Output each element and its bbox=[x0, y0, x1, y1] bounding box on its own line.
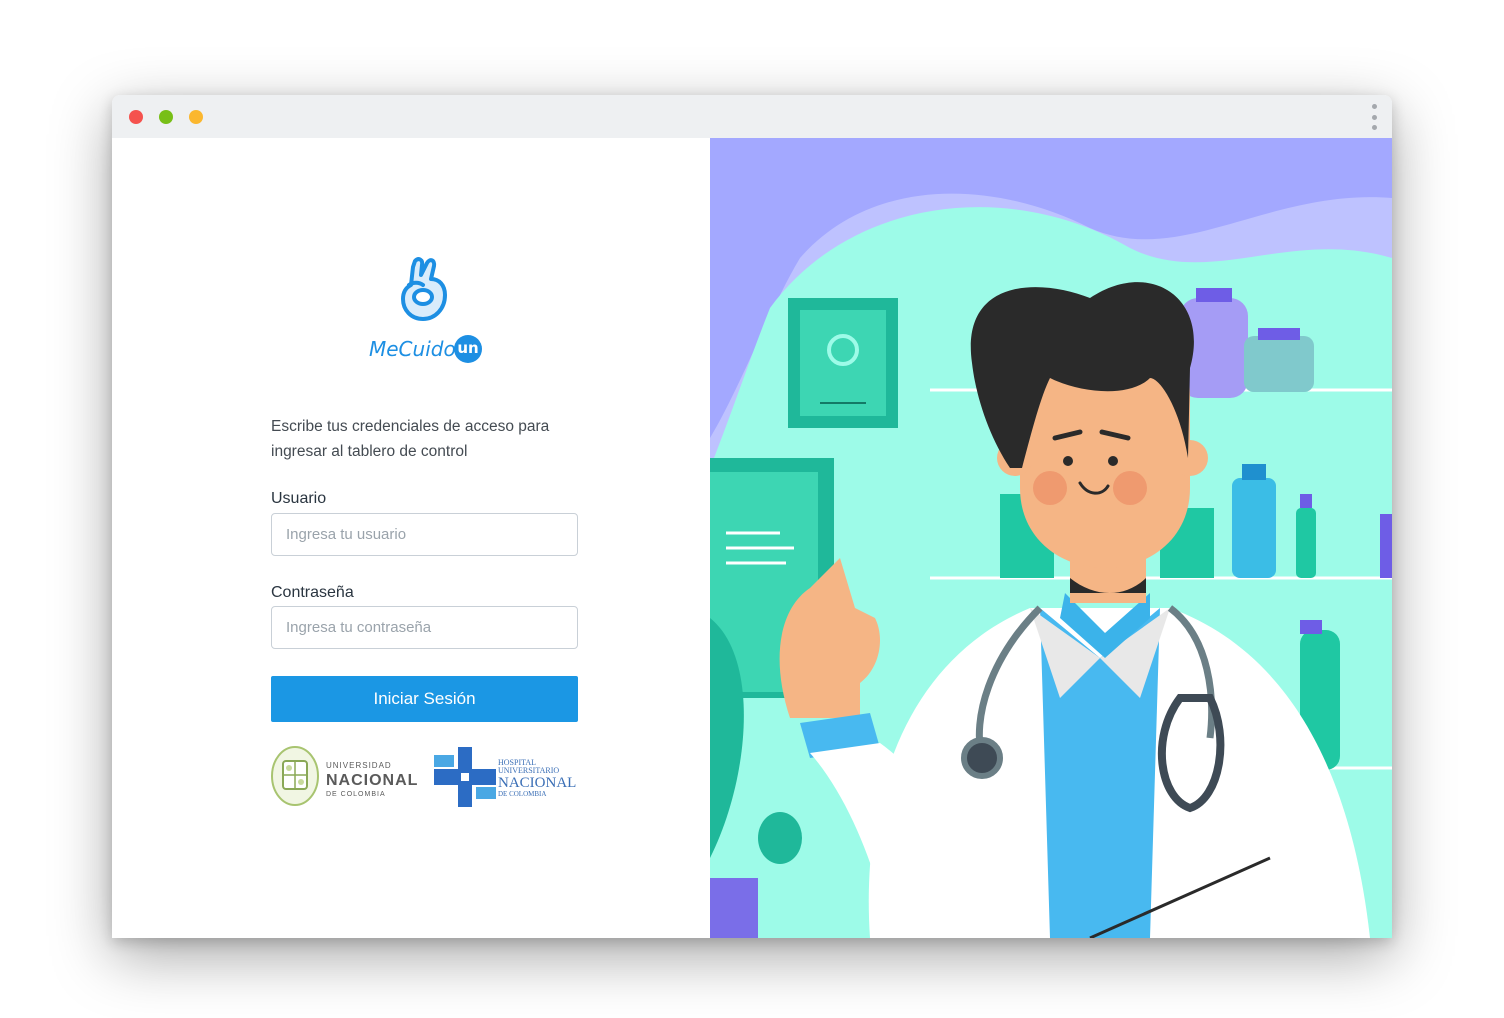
hospital-name: HOSPITAL UNIVERSITARIO NACIONAL DE COLOM… bbox=[498, 759, 576, 798]
password-label: Contraseña bbox=[271, 584, 354, 601]
close-window-button[interactable] bbox=[129, 110, 143, 124]
login-panel: MeCuido un Escribe tus credenciales de a… bbox=[112, 138, 710, 938]
password-input[interactable] bbox=[271, 606, 578, 649]
university-seal-icon bbox=[271, 746, 319, 806]
university-line1: UNIVERSIDAD bbox=[326, 761, 392, 770]
ok-hand-icon bbox=[401, 257, 447, 321]
university-line3: DE COLOMBIA bbox=[326, 791, 386, 798]
login-button[interactable]: Iniciar Sesión bbox=[271, 676, 578, 722]
doctor-illustration bbox=[710, 138, 1392, 938]
kebab-menu-icon[interactable] bbox=[1370, 104, 1378, 130]
hospital-line2: UNIVERSITARIO bbox=[498, 766, 560, 775]
hospital-line3: NACIONAL bbox=[498, 775, 577, 791]
hospital-logo: HOSPITAL UNIVERSITARIO NACIONAL DE COLOM… bbox=[434, 745, 579, 807]
hospital-cross-icon bbox=[434, 747, 496, 807]
username-input[interactable] bbox=[271, 513, 578, 556]
university-line2: NACIONAL bbox=[326, 772, 419, 789]
browser-window: MeCuido un Escribe tus credenciales de a… bbox=[112, 95, 1392, 938]
app-badge: un bbox=[454, 335, 482, 363]
minimize-window-button[interactable] bbox=[159, 110, 173, 124]
login-instructions: Escribe tus credenciales de acceso para … bbox=[271, 418, 550, 460]
app-name: MeCuido bbox=[369, 337, 456, 361]
universidad-nacional-logo: UNIVERSIDAD NACIONAL DE COLOMBIA bbox=[270, 745, 420, 807]
window-titlebar bbox=[112, 95, 1392, 138]
username-label: Usuario bbox=[271, 490, 327, 507]
hero-illustration bbox=[710, 138, 1392, 938]
university-name: UNIVERSIDAD NACIONAL DE COLOMBIA bbox=[326, 761, 419, 799]
maximize-window-button[interactable] bbox=[189, 110, 203, 124]
app-logo: MeCuido un bbox=[365, 255, 485, 375]
hospital-line4: DE COLOMBIA bbox=[498, 790, 547, 798]
